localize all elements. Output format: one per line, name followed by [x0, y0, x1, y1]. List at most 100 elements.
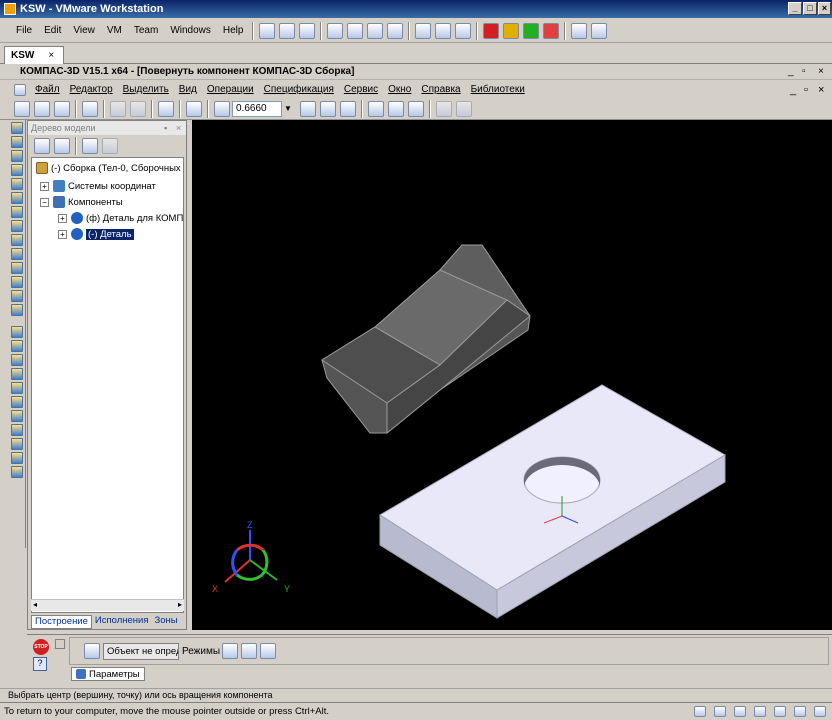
tool-icon-19[interactable] [11, 382, 23, 394]
new-icon[interactable] [14, 100, 30, 117]
menu-libraries-ru[interactable]: Библиотеки [466, 84, 530, 95]
view-console-icon[interactable] [327, 22, 344, 39]
model-viewport[interactable]: Z X Y [192, 120, 832, 630]
menu-edit[interactable]: Edit [38, 25, 67, 36]
tool-icon-9[interactable] [11, 234, 23, 246]
tool-icon-24[interactable] [11, 452, 23, 464]
tool-icon-4[interactable] [11, 164, 23, 176]
tool-icon-14[interactable] [11, 304, 23, 316]
tool-icon-12[interactable] [11, 276, 23, 288]
quick-switch-icon[interactable] [367, 22, 384, 39]
select-object-icon[interactable] [84, 643, 100, 659]
network-icon[interactable] [754, 706, 766, 717]
pin-icon[interactable]: ▪ [164, 121, 167, 135]
grid-icon[interactable] [435, 100, 452, 117]
tool-icon-18[interactable] [11, 368, 23, 380]
menu-help-ru[interactable]: Справка [416, 84, 465, 95]
record-icon[interactable] [571, 22, 588, 39]
zoom-dropdown-icon[interactable]: ▼ [284, 104, 292, 113]
tab-close-icon[interactable]: × [48, 50, 54, 61]
mode-3-icon[interactable] [260, 643, 276, 659]
print-icon[interactable] [82, 100, 98, 117]
rotate-icon[interactable] [319, 100, 336, 117]
tool-icon-16[interactable] [11, 340, 23, 352]
pin-panel-icon[interactable] [55, 639, 65, 649]
help-icon[interactable]: ? [33, 657, 47, 671]
suspend-icon[interactable] [503, 22, 520, 39]
k-close-icon[interactable]: × [818, 66, 824, 77]
replay-icon[interactable] [591, 22, 608, 39]
reset-icon[interactable] [543, 22, 560, 39]
menu-editor-ru[interactable]: Редактор [65, 84, 118, 95]
minimize-icon[interactable]: _ [788, 2, 802, 15]
tree-hscrollbar[interactable]: ◂ ▸ [31, 599, 184, 611]
menu-help[interactable]: Help [217, 25, 250, 36]
menu-file-ru[interactable]: Файл [30, 84, 65, 95]
k-doc-close-icon[interactable]: × [818, 84, 824, 96]
revert-icon[interactable] [279, 22, 296, 39]
snapshot-icon[interactable] [259, 22, 276, 39]
open-icon[interactable] [34, 100, 50, 117]
close-icon[interactable]: × [818, 2, 831, 15]
menu-select-ru[interactable]: Выделить [118, 84, 174, 95]
power-on-icon[interactable] [523, 22, 540, 39]
tool-icon-8[interactable] [11, 220, 23, 232]
zoom-input[interactable]: 0.6660 [232, 100, 282, 117]
tool-icon-5[interactable] [11, 178, 23, 190]
tool-icon-10[interactable] [11, 248, 23, 260]
scroll-left-icon[interactable]: ◂ [33, 600, 37, 609]
save-icon[interactable] [54, 100, 70, 117]
tree-node-part-2[interactable]: + (-) Деталь [58, 228, 134, 240]
tree-node-part-1[interactable]: + (ф) Деталь для КОМП [58, 212, 183, 224]
tab-construction[interactable]: Построение [31, 615, 92, 629]
panel-close-icon[interactable]: × [176, 121, 181, 135]
select-filter-icon[interactable] [387, 100, 404, 117]
zoom-icon[interactable] [214, 100, 230, 117]
menu-team[interactable]: Team [128, 25, 164, 36]
hdd-icon[interactable] [694, 706, 706, 717]
menu-spec-ru[interactable]: Спецификация [259, 84, 339, 95]
summary-icon[interactable] [387, 22, 404, 39]
tool-icon-11[interactable] [11, 262, 23, 274]
display-icon[interactable] [455, 100, 472, 117]
tool-icon-25[interactable] [11, 466, 23, 478]
mode-1-icon[interactable] [222, 643, 238, 659]
tool-icon-1[interactable] [11, 122, 23, 134]
menu-view-ru[interactable]: Вид [174, 84, 202, 95]
undo-icon[interactable] [110, 100, 126, 117]
tool-icon-3[interactable] [11, 150, 23, 162]
redo-icon[interactable] [130, 100, 146, 117]
tool-icon-13[interactable] [11, 290, 23, 302]
tree-doc-icon[interactable] [82, 138, 98, 154]
app-menu-icon[interactable] [14, 83, 26, 96]
expand-icon[interactable]: + [40, 181, 49, 191]
tool-icon-22[interactable] [11, 424, 23, 436]
tool-icon-7[interactable] [11, 206, 23, 218]
expand-icon[interactable]: + [58, 213, 67, 223]
console-icon[interactable] [435, 22, 452, 39]
mode-2-icon[interactable] [241, 643, 257, 659]
maximize-icon[interactable]: □ [803, 2, 817, 15]
k-minimize-icon[interactable]: _ [788, 66, 794, 77]
tool-icon-21[interactable] [11, 410, 23, 422]
tree-link-icon[interactable] [102, 138, 118, 154]
appliance-icon[interactable] [415, 22, 432, 39]
tab-versions[interactable]: Исполнения [92, 615, 152, 629]
tool-icon-20[interactable] [11, 396, 23, 408]
floppy-icon[interactable] [734, 706, 746, 717]
menu-vm[interactable]: VM [101, 25, 128, 36]
scroll-right-icon[interactable]: ▸ [178, 600, 182, 609]
tree-structure-icon[interactable] [34, 138, 50, 154]
tree-node-coords[interactable]: + Системы координат [40, 180, 156, 192]
tree-node-components[interactable]: − Компоненты [40, 196, 123, 208]
stop-button[interactable]: STOP [33, 639, 49, 655]
zoom-window-icon[interactable] [186, 100, 202, 117]
menu-window-ru[interactable]: Окно [383, 84, 416, 95]
menu-service-ru[interactable]: Сервис [339, 84, 383, 95]
cdrom-icon[interactable] [714, 706, 726, 717]
tool-icon-17[interactable] [11, 354, 23, 366]
expand-icon[interactable]: + [58, 229, 67, 239]
k-doc-restore-icon[interactable]: ▫ [804, 84, 808, 96]
menu-windows[interactable]: Windows [164, 25, 217, 36]
k-restore-icon[interactable]: ▫ [802, 66, 806, 77]
